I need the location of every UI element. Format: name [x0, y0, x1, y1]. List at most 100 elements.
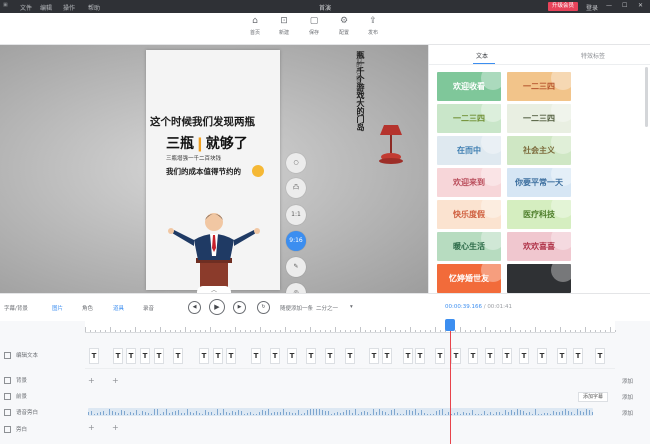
- template-thumbnail[interactable]: [507, 264, 571, 293]
- tab-text[interactable]: 文本: [476, 51, 488, 60]
- preview-canvas[interactable]: 这个时候我们发现两瓶 三瓶❙就够了 三瓶增强一千二百块钱 我们的成本值得节约的: [0, 45, 428, 293]
- text-clip[interactable]: T: [519, 348, 529, 364]
- text-clip[interactable]: T: [382, 348, 392, 364]
- presenter-character[interactable]: [164, 200, 264, 290]
- template-thumbnail[interactable]: 暖心生活: [437, 232, 501, 261]
- text-clip[interactable]: T: [126, 348, 136, 364]
- chevron-down-icon[interactable]: ▾: [350, 304, 353, 310]
- text-clip[interactable]: T: [251, 348, 261, 364]
- text-clip[interactable]: T: [173, 348, 183, 364]
- text-clip[interactable]: T: [369, 348, 379, 364]
- add-narration-icon[interactable]: +: [88, 423, 95, 432]
- template-thumbnail[interactable]: 在而中: [437, 136, 501, 165]
- new-button[interactable]: ⊡ 新建: [273, 16, 295, 42]
- template-thumbnail[interactable]: 欢迎来到: [437, 168, 501, 197]
- panel-scrollbar[interactable]: [645, 67, 648, 127]
- text-clip[interactable]: T: [451, 348, 461, 364]
- menu-edit[interactable]: 编辑: [40, 3, 52, 12]
- text-clip[interactable]: T: [199, 348, 209, 364]
- template-thumbnail[interactable]: 一二三四: [507, 72, 571, 101]
- prev-frame-button[interactable]: ◀: [188, 301, 201, 314]
- add-narration-alt-icon[interactable]: +: [112, 423, 119, 432]
- text-clip[interactable]: T: [154, 348, 164, 364]
- add-background-icon[interactable]: +: [88, 376, 95, 385]
- add-voice-button[interactable]: 添加: [622, 409, 633, 417]
- text-clip[interactable]: T: [557, 348, 567, 364]
- text-clip[interactable]: T: [140, 348, 150, 364]
- text-clip[interactable]: T: [415, 348, 425, 364]
- caption-line-3[interactable]: 三瓶增强一千二百块钱: [166, 154, 221, 162]
- image-tab-button[interactable]: 图片: [52, 304, 63, 312]
- text-clip[interactable]: T: [270, 348, 280, 364]
- home-button[interactable]: ⌂ 首页: [244, 16, 266, 42]
- template-thumbnail[interactable]: 忆婷婚世友: [437, 264, 501, 293]
- menu-file[interactable]: 文件: [20, 3, 32, 12]
- emoji-sticker-icon[interactable]: [252, 165, 264, 177]
- login-button[interactable]: 登录: [586, 3, 598, 12]
- playhead[interactable]: [450, 321, 451, 444]
- template-thumbnail[interactable]: 快乐度假: [437, 200, 501, 229]
- template-thumbnail[interactable]: 欢欢喜喜: [507, 232, 571, 261]
- audio-waveform[interactable]: [88, 408, 593, 416]
- text-clip[interactable]: T: [89, 348, 99, 364]
- tab-effects[interactable]: 特效标签: [581, 51, 605, 60]
- text-clip[interactable]: T: [226, 348, 236, 364]
- text-clip[interactable]: T: [468, 348, 478, 364]
- replay-button[interactable]: ↻: [257, 301, 270, 314]
- add-subtitle-tag[interactable]: 添加字幕: [578, 392, 608, 402]
- time-ruler[interactable]: [85, 321, 616, 333]
- menu-operate[interactable]: 操作: [63, 3, 75, 12]
- upgrade-vip-button[interactable]: 升级会员: [548, 2, 578, 11]
- props-tab-button[interactable]: 道具: [113, 304, 124, 312]
- minimize-icon[interactable]: —: [606, 2, 612, 9]
- vertical-caption-small[interactable]: 我们的产品实质是一个: [354, 51, 362, 106]
- crop-tool-button[interactable]: 凸: [286, 178, 306, 198]
- text-clip[interactable]: T: [345, 348, 355, 364]
- text-clip[interactable]: T: [537, 348, 547, 364]
- close-icon[interactable]: ✕: [638, 2, 643, 9]
- text-clip[interactable]: T: [435, 348, 445, 364]
- add-background-button[interactable]: 添加: [622, 377, 633, 385]
- lamp-sticker[interactable]: [376, 123, 406, 165]
- template-thumbnail[interactable]: 你要平常一天: [507, 168, 571, 197]
- text-clip[interactable]: T: [287, 348, 297, 364]
- save-button[interactable]: ▢ 保存: [303, 16, 325, 42]
- template-thumbnail[interactable]: 医疗科技: [507, 200, 571, 229]
- text-clip[interactable]: T: [325, 348, 335, 364]
- caption-line-2[interactable]: 三瓶❙就够了: [166, 133, 248, 153]
- text-clip[interactable]: T: [502, 348, 512, 364]
- text-clip[interactable]: T: [595, 348, 605, 364]
- add-foreground-button[interactable]: 添加: [622, 393, 633, 401]
- playhead-handle[interactable]: [445, 319, 455, 331]
- text-clip[interactable]: T: [306, 348, 316, 364]
- text-clip[interactable]: T: [573, 348, 583, 364]
- template-thumbnail[interactable]: 社会主义: [507, 136, 571, 165]
- next-frame-button[interactable]: ▶: [233, 301, 246, 314]
- circle-tool-button[interactable]: ○: [286, 153, 306, 173]
- export-button[interactable]: ⇪ 发布: [362, 16, 384, 42]
- text-track[interactable]: TTTTTTTTTTTTTTTTTTTTTTTTTTTTT: [85, 345, 615, 369]
- template-thumbnail[interactable]: 欢迎收看: [437, 72, 501, 101]
- vertical-caption[interactable]: 瓶一千个游戏大的门岛: [340, 51, 366, 201]
- menu-help[interactable]: 帮助: [88, 3, 100, 12]
- ratio-9-16-button[interactable]: 9:16: [286, 231, 306, 251]
- caption-line-4[interactable]: 我们的成本值得节约的: [166, 166, 241, 177]
- maximize-icon[interactable]: ☐: [622, 2, 627, 9]
- subtitle-bg-toggle[interactable]: 字幕/背景: [4, 304, 28, 312]
- text-clip[interactable]: T: [213, 348, 223, 364]
- phone-frame[interactable]: 这个时候我们发现两瓶 三瓶❙就够了 三瓶增强一千二百块钱 我们的成本值得节约的: [146, 50, 280, 290]
- text-clip[interactable]: T: [113, 348, 123, 364]
- caption-line-1[interactable]: 这个时候我们发现两瓶: [150, 114, 255, 129]
- timeline[interactable]: 编辑文本 背景 前景 语音旁白 旁白 TTTTTTTTTTTTTTTTTTTTT…: [0, 319, 650, 444]
- pen-tool-button[interactable]: ✎: [286, 257, 306, 277]
- add-background-alt-icon[interactable]: +: [112, 376, 119, 385]
- text-clip[interactable]: T: [403, 348, 413, 364]
- template-thumbnail[interactable]: 一二三四: [507, 104, 571, 133]
- ratio-dropdown[interactable]: 二分之一: [316, 304, 338, 312]
- record-button[interactable]: 录音: [143, 304, 154, 312]
- character-tab-button[interactable]: 角色: [82, 304, 93, 312]
- ratio-1-1-button[interactable]: 1:1: [286, 205, 306, 225]
- text-clip[interactable]: T: [485, 348, 495, 364]
- template-thumbnail[interactable]: 一二三四: [437, 104, 501, 133]
- play-button[interactable]: ▶: [209, 299, 225, 315]
